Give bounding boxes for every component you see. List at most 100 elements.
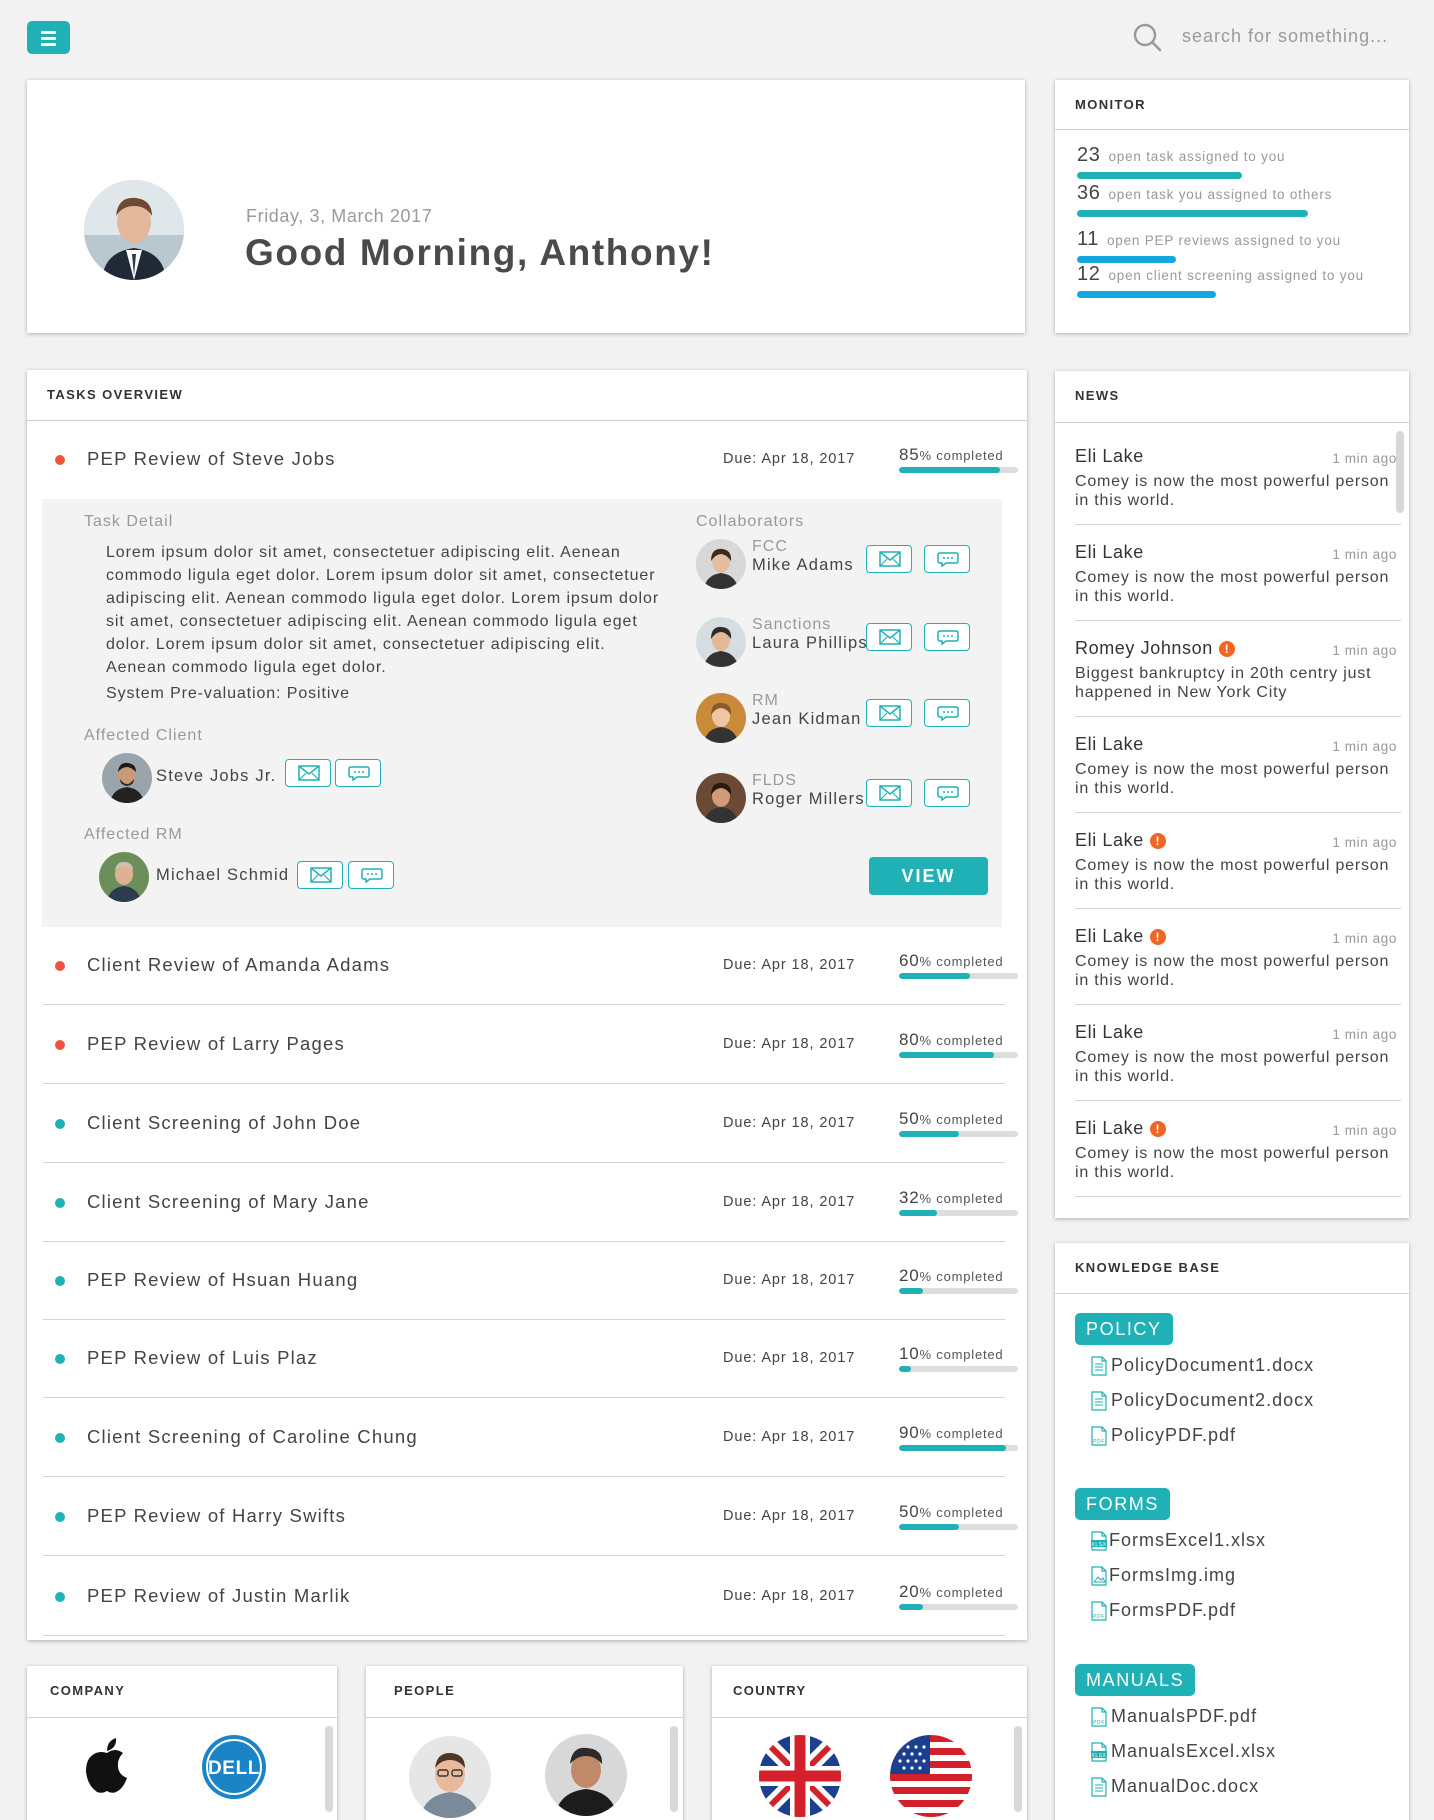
search-input[interactable]: search for something... (1182, 26, 1388, 47)
news-item[interactable]: Eli Lake 1 min ago Comey is now the most p… (1075, 1005, 1401, 1101)
uk-flag-icon[interactable] (759, 1735, 841, 1817)
task-row[interactable]: PEP Review of Hsuan Huang Due: Apr 18, 20… (43, 1242, 1018, 1320)
company-scrollbar[interactable] (325, 1726, 333, 1812)
news-author[interactable]: Eli Lake! (1075, 1118, 1166, 1139)
news-item[interactable]: Eli Lake 1 min ago Comey is now the most p… (1075, 717, 1401, 813)
task-row[interactable]: PEP Review of Luis Plaz Due: Apr 18, 2017… (43, 1320, 1018, 1398)
collaborator-avatar[interactable] (696, 617, 746, 667)
task-name[interactable]: PEP Review of Harry Swifts (87, 1505, 346, 1527)
task-row[interactable]: Client Screening of Mary Jane Due: Apr 18… (43, 1164, 1018, 1242)
monitor-title: MONITOR (1055, 80, 1409, 130)
country-scrollbar[interactable] (1014, 1726, 1022, 1812)
chat-button[interactable] (924, 699, 970, 727)
apple-logo-icon[interactable] (82, 1737, 132, 1795)
monitor-row[interactable]: 11 open PEP reviews assigned to you (1077, 228, 1341, 251)
collaborator-name[interactable]: Roger Millers (752, 790, 865, 809)
news-author[interactable]: Romey Johnson! (1075, 638, 1235, 659)
kb-tag-policy[interactable]: POLICY (1075, 1313, 1173, 1345)
task-name[interactable]: Client Review of Amanda Adams (87, 954, 390, 976)
affected-client-avatar[interactable] (102, 753, 152, 803)
email-button[interactable] (866, 699, 912, 727)
menu-button[interactable] (27, 21, 70, 54)
task-percent: 20 (899, 1582, 920, 1601)
news-author[interactable]: Eli Lake (1075, 734, 1144, 755)
email-button[interactable] (866, 545, 912, 573)
status-dot (55, 455, 65, 465)
collaborator-avatar[interactable] (696, 773, 746, 823)
country-card: COUNTRY (712, 1666, 1027, 1820)
user-avatar[interactable] (84, 180, 184, 280)
chat-button[interactable] (924, 545, 970, 573)
task-name[interactable]: Client Screening of Caroline Chung (87, 1426, 418, 1448)
kb-file-link[interactable]: PolicyDocument1.docx (1111, 1355, 1314, 1376)
monitor-row[interactable]: 23 open task assigned to you (1077, 144, 1285, 167)
news-author[interactable]: Eli Lake! (1075, 926, 1166, 947)
task-row[interactable]: Client Screening of John Doe Due: Apr 18,… (43, 1085, 1018, 1163)
task-name[interactable]: Client Screening of John Doe (87, 1112, 361, 1134)
monitor-row[interactable]: 36 open task you assigned to others (1077, 182, 1332, 205)
monitor-row[interactable]: 12 open client screening assigned to you (1077, 263, 1364, 286)
news-item[interactable]: Romey Johnson! 1 min ago Biggest bankruptc… (1075, 621, 1401, 717)
news-item[interactable]: Eli Lake 1 min ago Comey is now the most p… (1075, 429, 1401, 525)
person-avatar[interactable] (409, 1736, 491, 1818)
collaborator-name[interactable]: Mike Adams (752, 556, 854, 575)
collaborator-name[interactable]: Jean Kidman (752, 710, 862, 729)
dell-logo-icon[interactable]: DELL (201, 1734, 267, 1800)
task-row[interactable]: PEP Review of Larry Pages Due: Apr 18, 20… (43, 1006, 1018, 1084)
search-icon[interactable] (1132, 22, 1162, 52)
kb-file-link[interactable]: PolicyPDF.pdf (1111, 1425, 1236, 1446)
news-title: NEWS (1055, 371, 1409, 423)
chat-bubble-icon (937, 786, 959, 801)
task-name[interactable]: PEP Review of Hsuan Huang (87, 1269, 358, 1291)
chat-button[interactable] (924, 779, 970, 807)
task-name[interactable]: PEP Review of Justin Marlik (87, 1585, 350, 1607)
affected-client-name[interactable]: Steve Jobs Jr. (156, 767, 276, 786)
task-name[interactable]: PEP Review of Luis Plaz (87, 1347, 318, 1369)
news-body: Comey is now the most powerful person in… (1075, 1049, 1390, 1085)
collaborator-avatar[interactable] (696, 539, 746, 589)
news-item[interactable]: Eli Lake! 1 min ago Comey is now the most … (1075, 909, 1401, 1005)
news-item[interactable]: Eli Lake! 1 min ago Comey is now the most … (1075, 1101, 1401, 1197)
task-name[interactable]: Client Screening of Mary Jane (87, 1191, 370, 1213)
chat-button[interactable] (348, 861, 394, 889)
kb-file-link[interactable]: ManualDoc.docx (1111, 1776, 1259, 1797)
kb-file-link[interactable]: ManualsExcel.xlsx (1111, 1741, 1276, 1762)
affected-rm-avatar[interactable] (99, 852, 149, 902)
chat-button[interactable] (335, 759, 381, 787)
person-avatar[interactable] (545, 1734, 627, 1816)
news-body: Comey is now the most powerful person in… (1075, 1145, 1390, 1181)
task-row[interactable]: PEP Review of Harry Swifts Due: Apr 18, 2… (43, 1478, 1018, 1556)
collaborator-avatar[interactable] (696, 693, 746, 743)
kb-file-link[interactable]: FormsExcel1.xlsx (1109, 1530, 1266, 1551)
news-author[interactable]: Eli Lake (1075, 542, 1144, 563)
news-timestamp: 1 min ago (1332, 643, 1397, 658)
news-item[interactable]: Eli Lake 1 min ago Comey is now the most p… (1075, 525, 1401, 621)
collaborator-name[interactable]: Laura Phillips (752, 634, 868, 653)
kb-tag-forms[interactable]: FORMS (1075, 1488, 1170, 1520)
people-scrollbar[interactable] (670, 1726, 678, 1812)
task-row[interactable]: PEP Review of Justin Marlik Due: Apr 18, … (43, 1558, 1018, 1636)
kb-file-link[interactable]: FormsPDF.pdf (1109, 1600, 1236, 1621)
task-name[interactable]: PEP Review of Steve Jobs (87, 448, 336, 470)
chat-button[interactable] (924, 623, 970, 651)
task-row[interactable]: PEP Review of Steve Jobs Due: Apr 18, 201… (43, 421, 1018, 499)
kb-file-link[interactable]: FormsImg.img (1109, 1565, 1236, 1586)
news-author[interactable]: Eli Lake (1075, 1022, 1144, 1043)
kb-tag-manuals[interactable]: MANUALS (1075, 1664, 1196, 1696)
news-author[interactable]: Eli Lake! (1075, 830, 1166, 851)
task-row[interactable]: Client Review of Amanda Adams Due: Apr 18… (43, 927, 1018, 1005)
news-item[interactable]: Eli Lake! 1 min ago Comey is now the most … (1075, 813, 1401, 909)
email-button[interactable] (866, 623, 912, 651)
task-name[interactable]: PEP Review of Larry Pages (87, 1033, 345, 1055)
kb-file-link[interactable]: PolicyDocument2.docx (1111, 1390, 1314, 1411)
affected-rm-name[interactable]: Michael Schmid (156, 866, 289, 885)
email-button[interactable] (866, 779, 912, 807)
news-author[interactable]: Eli Lake (1075, 446, 1144, 467)
kb-file-link[interactable]: ManualsPDF.pdf (1111, 1706, 1257, 1727)
task-due-date: Due: Apr 18, 2017 (723, 1508, 856, 1524)
task-row[interactable]: Client Screening of Caroline Chung Due: A… (43, 1399, 1018, 1477)
email-button[interactable] (297, 861, 343, 889)
email-button[interactable] (285, 759, 331, 787)
usa-flag-icon[interactable] (890, 1735, 972, 1817)
view-button[interactable]: VIEW (869, 857, 988, 895)
